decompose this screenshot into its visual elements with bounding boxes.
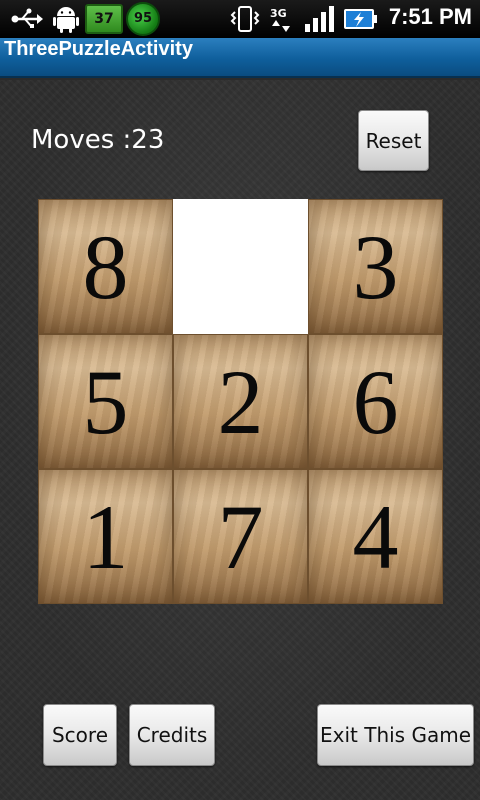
- vibrate-icon: [230, 6, 260, 32]
- puzzle-tile[interactable]: 7: [173, 469, 308, 604]
- clock: 7:51 PM: [388, 4, 472, 29]
- reset-button[interactable]: Reset: [358, 110, 429, 171]
- credits-button[interactable]: Credits: [129, 704, 215, 766]
- empty-tile: [173, 199, 308, 334]
- usb-icon: [11, 8, 43, 28]
- puzzle-tile[interactable]: 3: [308, 199, 443, 334]
- app-title: ThreePuzzleActivity: [4, 38, 193, 60]
- android-debug-icon: [53, 7, 79, 33]
- status-bar: 37 95 3G 7:51 PM: [0, 0, 480, 38]
- puzzle-tile[interactable]: 5: [38, 334, 173, 469]
- svg-text:3G: 3G: [270, 7, 287, 20]
- data-3g-icon: 3G: [270, 7, 290, 32]
- exit-game-button[interactable]: Exit This Game: [317, 704, 474, 766]
- puzzle-tile[interactable]: 6: [308, 334, 443, 469]
- signal-icon: [305, 6, 334, 32]
- battery-charging-icon: [344, 9, 377, 29]
- moves-counter: Moves :23: [31, 125, 165, 155]
- puzzle-tile[interactable]: 8: [38, 199, 173, 334]
- puzzle-tile[interactable]: 2: [173, 334, 308, 469]
- title-bar: ThreePuzzleActivity: [0, 38, 480, 78]
- puzzle-tile[interactable]: 4: [308, 469, 443, 604]
- puzzle-board: 8 3 5 2 6 1 7 4: [38, 199, 443, 604]
- battery-level-badge: 37: [85, 4, 123, 34]
- puzzle-tile[interactable]: 1: [38, 469, 173, 604]
- circle-badge: 95: [126, 2, 160, 36]
- score-button[interactable]: Score: [43, 704, 117, 766]
